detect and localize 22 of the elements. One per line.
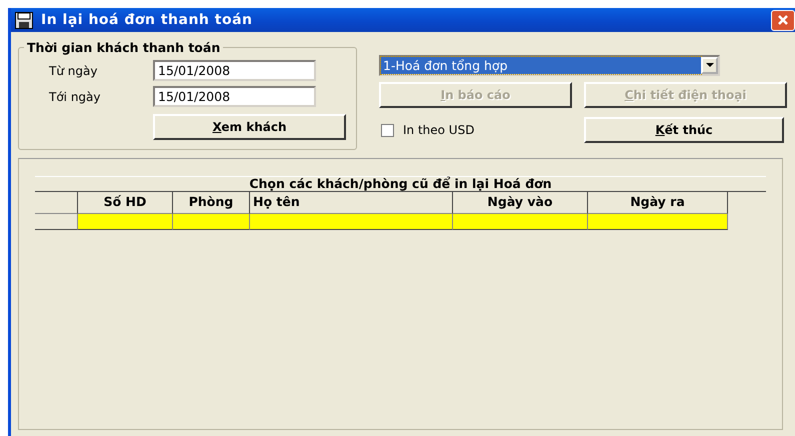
close-button[interactable] (771, 10, 795, 30)
group-title: Thời gian khách thanh toán (26, 40, 222, 55)
dropdown-button[interactable] (701, 57, 718, 74)
row-selector[interactable] (35, 214, 78, 230)
close-icon (777, 14, 789, 26)
report-dropdown[interactable]: 1-Hoá đơn tổng hợp (379, 55, 720, 76)
table-title: Chọn các khách/phòng cũ để in lại Hoá đơn (35, 176, 766, 192)
date-field[interactable]: 15/01/2008 (153, 60, 316, 81)
dropdown-value: 1-Hoá đơn tổng hợp (381, 57, 701, 74)
table-cell[interactable] (250, 214, 453, 230)
view-guests-button[interactable]: Xem khách (153, 114, 346, 140)
table-cell[interactable] (453, 214, 588, 230)
caret-icon (706, 63, 714, 68)
table-cell[interactable] (78, 214, 173, 230)
date-field[interactable]: 15/01/2008 (153, 86, 316, 107)
usd-checkbox[interactable]: In theo USD (379, 123, 572, 137)
window-title: In lại hoá đơn thanh toán (41, 12, 254, 28)
field-label: Từ ngày (49, 64, 98, 78)
table-cell[interactable] (173, 214, 250, 230)
field-label: Tới ngày (49, 90, 102, 104)
table-cell[interactable] (588, 214, 728, 230)
close-form-button[interactable]: Kết thúc (584, 117, 784, 143)
